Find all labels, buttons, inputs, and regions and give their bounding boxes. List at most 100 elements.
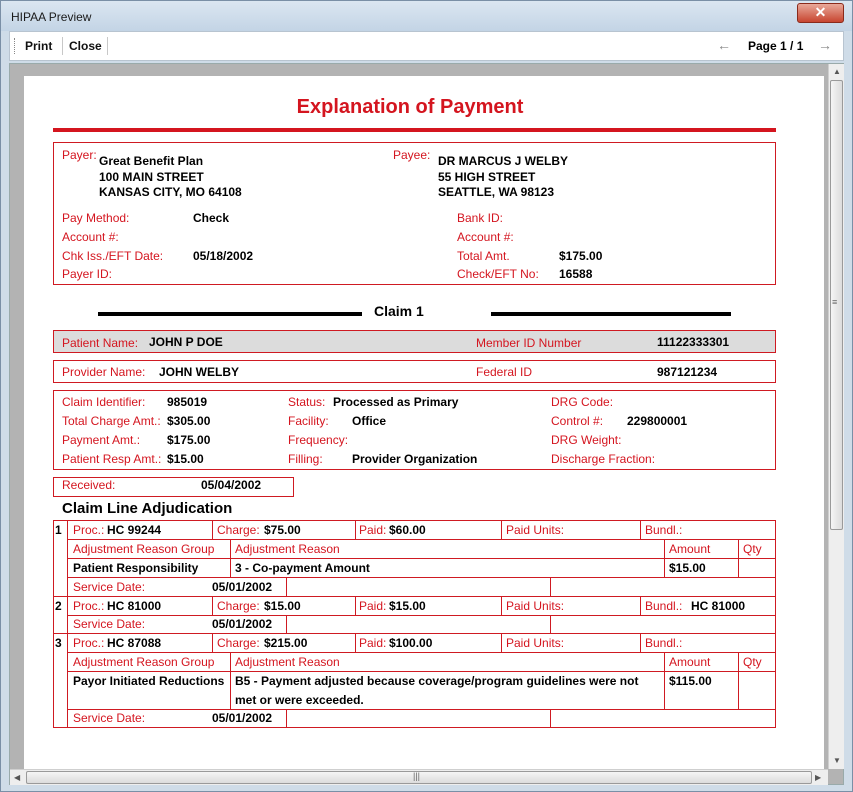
received-label: Received: — [62, 478, 116, 492]
account-label: Account #: — [62, 230, 119, 244]
adj-reason-value: B5 - Payment adjusted because coverage/p… — [235, 674, 639, 688]
filling-value: Provider Organization — [352, 452, 478, 466]
table-divider — [640, 520, 641, 539]
adj-reason-header: Adjustment Reason — [235, 655, 340, 669]
check-date-label: Chk Iss./EFT Date: — [62, 249, 164, 263]
scroll-up-icon[interactable]: ▲ — [833, 67, 841, 76]
received-date: 05/04/2002 — [201, 478, 262, 492]
claim-heading-rule-left — [98, 312, 362, 316]
facility-label: Facility: — [288, 414, 329, 428]
payee-account-label: Account #: — [457, 230, 514, 244]
charge-label: Charge: — [217, 523, 260, 537]
paid-label: Paid: — [359, 636, 387, 650]
check-number-value: 16588 — [559, 267, 593, 281]
control-number-value: 229800001 — [627, 414, 688, 428]
proc-value: HC 87088 — [107, 636, 162, 650]
paid-value: $100.00 — [389, 636, 433, 650]
qty-header: Qty — [743, 655, 762, 669]
total-charge-value: $305.00 — [167, 414, 211, 428]
total-amount-label: Total Amt. — [457, 249, 510, 263]
claim-heading-rule-right — [491, 312, 731, 316]
title-bar: HIPAA Preview ✕ — [1, 1, 852, 31]
table-divider — [67, 671, 776, 672]
document-title: Explanation of Payment — [296, 96, 524, 118]
print-button[interactable]: Print — [25, 39, 52, 53]
table-divider — [212, 596, 213, 615]
provider-name-label: Provider Name: — [62, 365, 146, 379]
table-divider — [550, 577, 551, 596]
drg-code-label: DRG Code: — [551, 395, 614, 409]
payment-amount-label: Payment Amt.: — [62, 433, 141, 447]
adj-reason-value: 3 - Co-payment Amount — [235, 561, 370, 575]
amount-header: Amount — [669, 542, 711, 556]
vertical-scrollbar[interactable]: ▲ ≡ ▼ — [828, 64, 844, 769]
next-page-icon[interactable]: → — [818, 37, 832, 53]
patient-resp-value: $15.00 — [167, 452, 204, 466]
page-indicator: Page 1 / 1 — [748, 39, 804, 53]
document-page: Explanation of Payment Payer: Great Bene… — [24, 76, 824, 771]
adj-reason-value-continued: met or were exceeded. — [235, 693, 364, 707]
table-divider — [501, 633, 502, 652]
payer-name: Great Benefit Plan — [99, 154, 204, 168]
table-divider — [550, 709, 551, 728]
adj-group-header: Adjustment Reason Group — [73, 542, 215, 556]
federal-id-label: Federal ID — [476, 365, 533, 379]
close-button[interactable]: Close — [69, 39, 102, 53]
charge-value: $75.00 — [264, 523, 301, 537]
federal-id-value: 987121234 — [657, 365, 718, 379]
proc-label: Proc.: — [73, 636, 105, 650]
table-divider — [230, 539, 231, 577]
paid-units-label: Paid Units: — [506, 636, 565, 650]
horizontal-scrollbar[interactable]: ◀ ||| ▶ — [10, 769, 828, 785]
paid-label: Paid: — [359, 599, 387, 613]
proc-label: Proc.: — [73, 599, 105, 613]
table-divider — [53, 596, 776, 597]
paid-label: Paid: — [359, 523, 387, 537]
service-date-value: 05/01/2002 — [212, 617, 273, 631]
window-title: HIPAA Preview — [11, 10, 92, 24]
table-divider — [67, 615, 776, 616]
table-divider — [355, 633, 356, 652]
member-id-value: 11122333301 — [657, 335, 730, 349]
scroll-down-icon[interactable]: ▼ — [833, 756, 841, 765]
previous-page-icon[interactable]: ← — [717, 37, 731, 53]
hipaa-preview-window: HIPAA Preview ✕ Print Close ← Page 1 / 1… — [0, 0, 853, 792]
service-date-label: Service Date: — [73, 617, 146, 631]
toolbar: Print Close ← Page 1 / 1 → — [9, 31, 844, 61]
document-viewer: Explanation of Payment Payer: Great Bene… — [9, 63, 844, 785]
table-divider — [67, 520, 68, 728]
charge-value: $15.00 — [264, 599, 301, 613]
paid-value: $15.00 — [389, 599, 426, 613]
control-number-label: Control #: — [551, 414, 604, 428]
claim-heading: Claim 1 — [374, 303, 424, 319]
filling-label: Filling: — [288, 452, 323, 466]
table-divider — [501, 520, 502, 539]
total-amount-value: $175.00 — [559, 249, 603, 263]
paid-value: $60.00 — [389, 523, 426, 537]
status-value: Processed as Primary — [333, 395, 459, 409]
table-divider — [67, 558, 776, 559]
scroll-left-icon[interactable]: ◀ — [14, 773, 20, 782]
patient-resp-label: Patient Resp Amt.: — [62, 452, 162, 466]
adj-group-value: Payor Initiated Reductions — [73, 674, 225, 688]
line-number: 2 — [55, 599, 62, 613]
member-id-label: Member ID Number — [476, 336, 582, 350]
window-close-button[interactable]: ✕ — [797, 3, 844, 23]
table-divider — [640, 633, 641, 652]
claim-identifier-value: 985019 — [167, 395, 208, 409]
adj-group-value: Patient Responsibility — [73, 561, 199, 575]
toolbar-separator — [107, 37, 108, 55]
payer-address: 100 MAIN STREET — [99, 170, 204, 184]
payer-label: Payer: — [62, 148, 97, 162]
table-divider — [286, 709, 287, 728]
payer-id-label: Payer ID: — [62, 267, 113, 281]
table-divider — [355, 520, 356, 539]
payment-amount-value: $175.00 — [167, 433, 211, 447]
check-number-label: Check/EFT No: — [457, 267, 539, 281]
charge-label: Charge: — [217, 636, 260, 650]
proc-value: HC 81000 — [107, 599, 162, 613]
service-date-label: Service Date: — [73, 711, 146, 725]
paid-units-label: Paid Units: — [506, 523, 565, 537]
scroll-right-icon[interactable]: ▶ — [815, 773, 821, 782]
line-number: 3 — [55, 636, 62, 650]
